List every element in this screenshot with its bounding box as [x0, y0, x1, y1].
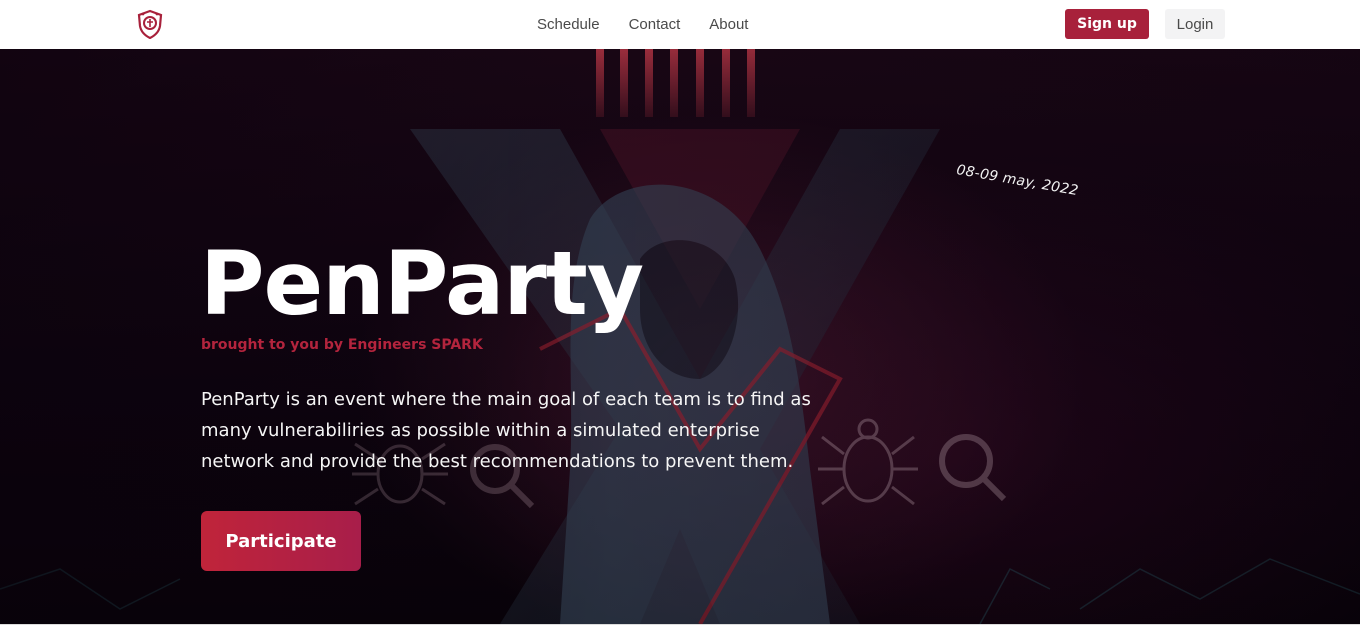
participate-button[interactable]: Participate — [201, 511, 361, 571]
signup-button[interactable]: Sign up — [1065, 9, 1149, 39]
top-navbar: Schedule Contact About Sign up Login — [0, 0, 1360, 49]
hero-title: PenParty — [200, 232, 644, 335]
nav-link-schedule[interactable]: Schedule — [537, 16, 600, 33]
nav-link-contact[interactable]: Contact — [629, 16, 681, 33]
nav-link-about[interactable]: About — [709, 16, 748, 33]
main-nav: Schedule Contact About — [537, 0, 748, 49]
shield-logo-icon[interactable] — [135, 9, 165, 40]
hero-subtitle: brought to you by Engineers SPARK — [201, 337, 483, 353]
hero-description: PenParty is an event where the main goal… — [201, 389, 811, 472]
hero-section: 08-09 may, 2022 PenParty brought to you … — [0, 49, 1360, 624]
login-button[interactable]: Login — [1165, 9, 1225, 39]
